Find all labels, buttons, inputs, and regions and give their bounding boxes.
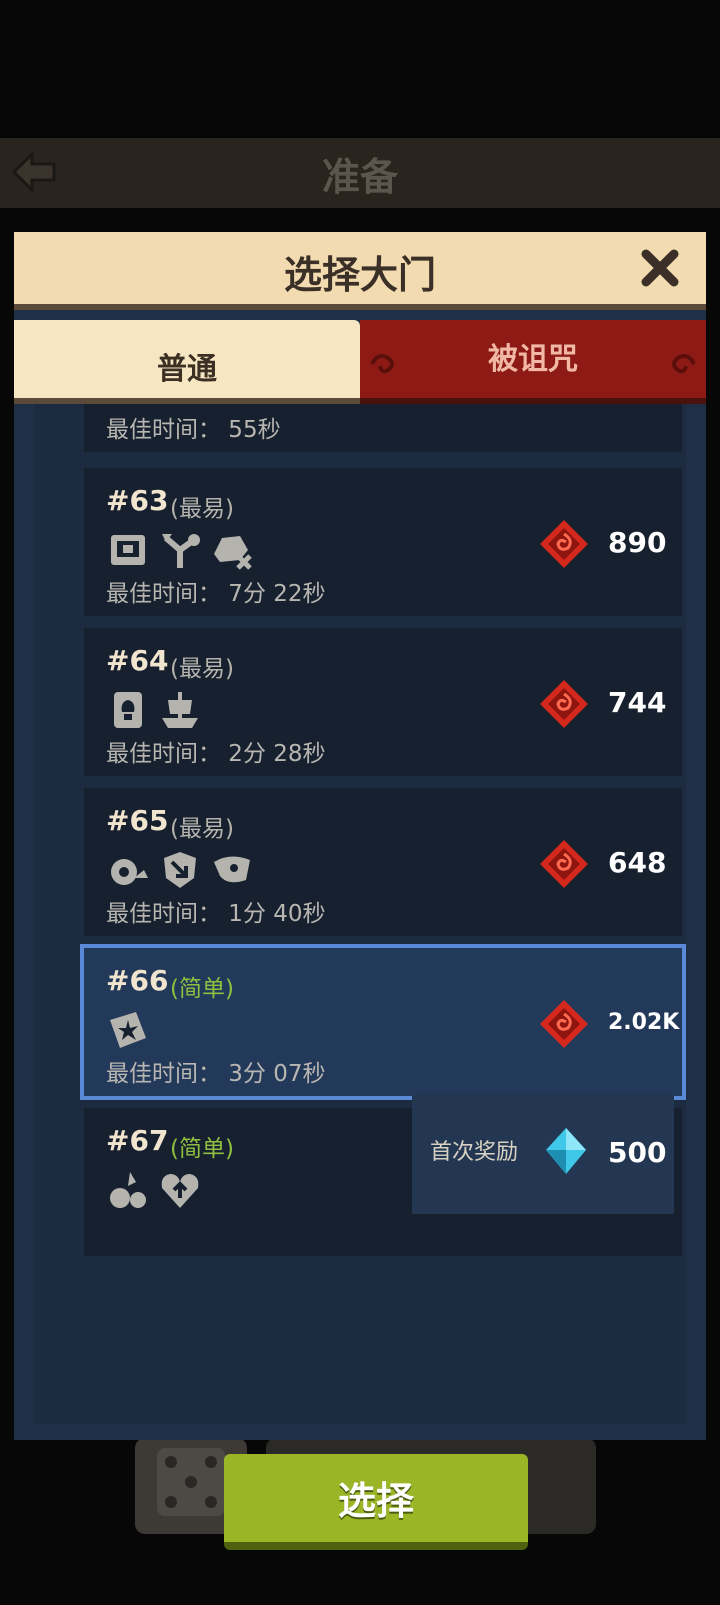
level-reward-value: 648 [608, 846, 667, 879]
tab-normal[interactable]: 普通 [14, 320, 360, 404]
first-reward-label: 首次奖励 [430, 1140, 519, 1165]
level-best-time: 最佳时间： 55秒 [106, 417, 281, 443]
tab-cursed-label: 被诅咒 [488, 342, 578, 377]
dialog-header: 选择大门 [14, 232, 706, 310]
ruby-icon [540, 680, 588, 728]
level-number: #63 [106, 484, 169, 517]
level-row[interactable]: #63 (最易) 最佳时间： 7分 22秒 890 [84, 468, 682, 616]
tab-cursed[interactable]: 被诅咒 [360, 320, 706, 404]
horn-icon [214, 856, 250, 883]
ship-icon [162, 692, 198, 728]
close-icon[interactable] [636, 244, 684, 292]
level-best-time: 最佳时间： 2分 28秒 [106, 741, 326, 767]
rock-cross-icon [214, 536, 252, 570]
level-row-partial[interactable]: 最佳时间： 55秒 [84, 404, 682, 452]
level-reward-value: 744 [608, 686, 667, 719]
modifier-icons [106, 1168, 202, 1212]
snail-icon [111, 859, 148, 885]
ruby-icon [540, 520, 588, 568]
heart-arrow-icon [161, 1174, 199, 1208]
vault-icon [111, 535, 145, 565]
level-best-time: 最佳时间： 7分 22秒 [106, 581, 326, 607]
level-list-viewport: 最佳时间： 55秒 #63 (最易) 最佳时间： 7分 22秒 890 #64 … [64, 404, 696, 1414]
level-difficulty: (简单) [170, 1136, 234, 1162]
level-row-selected[interactable]: #66 (简单) 最佳时间： 3分 07秒 2.02K [80, 944, 686, 1100]
level-row[interactable]: #65 (最易) 最佳时间： 1分 40秒 648 [84, 788, 682, 936]
shield-arrow-icon [164, 852, 196, 888]
dialog-title: 选择大门 [283, 253, 436, 297]
ruby-icon [540, 1000, 588, 1048]
select-button[interactable]: 选择 [224, 1454, 528, 1550]
modifier-icons [106, 688, 202, 732]
level-row[interactable]: #64 (最易) 最佳时间： 2分 28秒 744 [84, 628, 682, 776]
level-difficulty: (最易) [170, 656, 234, 682]
level-difficulty: (最易) [170, 816, 234, 842]
level-number: #66 [106, 964, 169, 997]
level-reward-value: 2.02K [608, 1010, 680, 1035]
level-best-time: 最佳时间： 1分 40秒 [106, 901, 326, 927]
first-reward-value: 500 [608, 1136, 667, 1169]
dice-icon [157, 1448, 225, 1516]
tab-normal-label: 普通 [157, 352, 217, 387]
modifier-icons [106, 528, 254, 572]
gate-tabs: 普通 被诅咒 [14, 320, 706, 404]
select-button-face: 选择 [224, 1454, 528, 1550]
background-screen-title: 准备 [321, 155, 398, 199]
level-difficulty: (简单) [170, 976, 234, 1002]
select-gate-dialog: 选择大门 普通 被诅咒 最佳时间： 55秒 #63 (最易) 最佳时间： 7分 … [14, 232, 706, 1550]
level-number: #64 [106, 644, 169, 677]
level-number: #65 [106, 804, 169, 837]
card-icon [114, 692, 142, 728]
burst-tile-icon [110, 1012, 146, 1048]
level-reward-value: 890 [608, 526, 667, 559]
modifier-icons [106, 1008, 150, 1052]
ruby-icon [540, 840, 588, 888]
modifier-icons [106, 848, 254, 892]
branch-arrow-icon [162, 534, 200, 568]
rocks-icon [110, 1172, 146, 1208]
level-difficulty: (最易) [170, 496, 234, 522]
swirl-decoration-icon [672, 354, 696, 374]
first-reward-box: 首次奖励 500 [412, 1094, 674, 1214]
level-number: #67 [106, 1124, 169, 1157]
diamond-icon [546, 1128, 586, 1174]
level-list[interactable]: 最佳时间： 55秒 #63 (最易) 最佳时间： 7分 22秒 890 #64 … [34, 404, 686, 1550]
select-button-label: 选择 [337, 1479, 414, 1523]
level-best-time: 最佳时间： 3分 07秒 [106, 1061, 326, 1087]
